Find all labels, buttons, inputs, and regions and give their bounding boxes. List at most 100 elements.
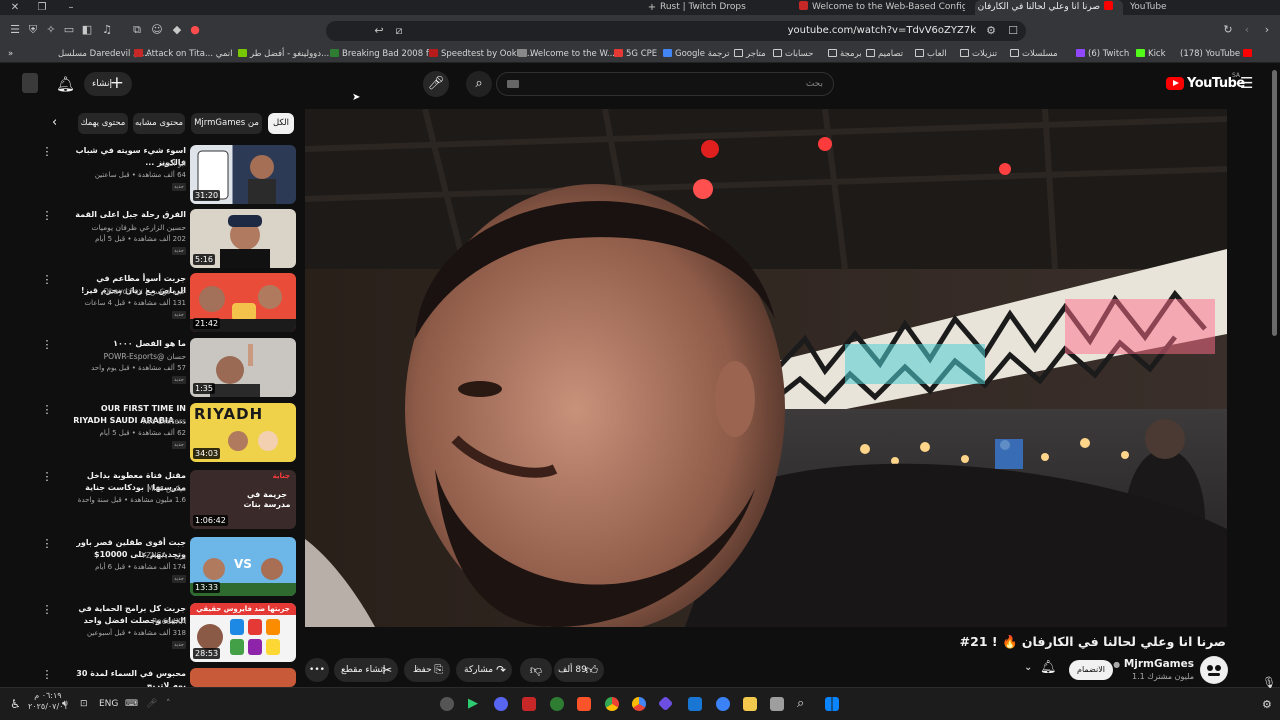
bookmarks-overflow-icon[interactable]: »: [8, 46, 13, 62]
list-item[interactable]: 31:20 اسوء شيء سويته في شباب فالكونز ...…: [40, 145, 296, 205]
chip-related[interactable]: محتوى مشابه: [133, 113, 185, 134]
more-vert-icon[interactable]: ⋮: [40, 668, 54, 682]
settings-gear-icon[interactable]: ⚙: [1262, 688, 1272, 720]
bookmark-folder[interactable]: حسابات: [773, 46, 813, 62]
video-thumbnail[interactable]: [190, 668, 296, 687]
bookmark-item[interactable]: Speedtest by Ookla...: [429, 46, 532, 62]
tab-youtube[interactable]: YouTube: [1130, 0, 1270, 15]
forward-icon[interactable]: ‹: [1240, 23, 1254, 37]
more-vert-icon[interactable]: ⋮: [40, 338, 54, 352]
bookmark-item[interactable]: (6) Twitch: [1076, 46, 1129, 62]
keyboard-icon[interactable]: [507, 80, 519, 88]
bookmark-folder[interactable]: متاجر: [734, 46, 766, 62]
list-item[interactable]: 21:42 جربت أسوأ مطاعم في الرياض مع ريان …: [40, 273, 296, 333]
new-tab-button[interactable]: +: [645, 0, 659, 15]
create-button[interactable]: إنشاء +: [84, 72, 132, 96]
chrome-app-icon[interactable]: [605, 697, 619, 711]
share-url-icon[interactable]: ↩: [372, 24, 386, 38]
video-thumbnail[interactable]: جناية جريمة في مدرسة بنات 1:06:42: [190, 470, 296, 529]
more-vert-icon[interactable]: ⋮: [40, 273, 54, 287]
video-thumbnail[interactable]: 1:35: [190, 338, 296, 397]
netflix-app-icon[interactable]: [522, 697, 536, 711]
keyboard-layout-icon[interactable]: ⌨: [125, 688, 138, 720]
more-vert-icon[interactable]: ⋮: [40, 470, 54, 484]
video-thumbnail[interactable]: جربتها ضد فايروس حقيقي 28:53: [190, 603, 296, 662]
video-thumbnail[interactable]: VS 13:33: [190, 537, 296, 596]
screen-cast-icon[interactable]: ⧄: [392, 24, 406, 38]
shield-icon[interactable]: ⛨: [26, 23, 40, 37]
search-button[interactable]: ⌕: [466, 71, 492, 97]
language-indicator[interactable]: ENG: [99, 688, 118, 720]
minimize-window-icon[interactable]: –: [64, 0, 78, 15]
obs-icon[interactable]: [440, 697, 454, 711]
notifications-bell-icon[interactable]: 🔔︎: [56, 75, 75, 93]
list-item[interactable]: جناية جريمة في مدرسة بنات 1:06:42 مقتل ف…: [40, 470, 296, 530]
close-window-icon[interactable]: ✕: [8, 0, 22, 15]
chip-from-channel[interactable]: MjrmGames من: [191, 113, 262, 134]
bookmark-item[interactable]: (178) YouTube: [1180, 46, 1255, 62]
page-scrollbar[interactable]: [1272, 70, 1277, 336]
edge-app-icon[interactable]: [716, 697, 730, 711]
bookmark-item[interactable]: Attack on Tita... انمي: [134, 46, 233, 62]
taskbar-search-icon[interactable]: ⌕: [797, 697, 811, 711]
bookmark-folder[interactable]: مسلسلات: [1010, 46, 1058, 62]
tab-twitch-drops[interactable]: Rust | Twitch Drops: [660, 0, 780, 15]
windows-start-icon[interactable]: [825, 697, 839, 711]
more-vert-icon[interactable]: ⋮: [40, 603, 54, 617]
chip-all[interactable]: الكل: [268, 113, 294, 134]
more-vert-icon[interactable]: ⋮: [40, 403, 54, 417]
launcher-app-icon[interactable]: [657, 695, 674, 712]
more-vert-icon[interactable]: ⋮: [40, 537, 54, 551]
join-button[interactable]: الانضمام: [1069, 660, 1113, 680]
music-icon[interactable]: ♫: [100, 23, 114, 37]
vpn-icon[interactable]: ◆: [170, 23, 184, 37]
volume-icon[interactable]: 🔊︎: [62, 688, 68, 720]
channel-avatar[interactable]: [1200, 656, 1228, 684]
more-vert-icon[interactable]: ⋮: [40, 209, 54, 223]
bookmark-item[interactable]: دوولينغو - أفضل طر...: [238, 46, 329, 62]
list-item[interactable]: 5:16 الفرق رحلة جبل اعلى القمة حسين الزا…: [40, 209, 296, 269]
search-input[interactable]: بحث: [496, 72, 834, 96]
channel-name[interactable]: ● MjrmGames: [1113, 658, 1194, 670]
site-settings-icon[interactable]: ⚙: [984, 24, 998, 38]
reload-icon[interactable]: ↻: [1221, 23, 1235, 37]
file-explorer-icon[interactable]: [743, 697, 757, 711]
screenshot-icon[interactable]: ⧉: [130, 23, 144, 37]
bookmark-item[interactable]: Welcome to the W...: [518, 46, 615, 62]
dislike-button[interactable]: 👎︎: [520, 658, 552, 682]
mic-icon[interactable]: 🎤︎: [146, 688, 157, 720]
tray-chevron-icon[interactable]: ˄: [166, 688, 171, 720]
notification-bell-icon[interactable]: 🔔︎: [1040, 660, 1057, 675]
bookmark-icon[interactable]: ☐: [1006, 24, 1020, 38]
task-view-icon[interactable]: [770, 697, 784, 711]
bookmark-folder[interactable]: تنزيلات: [960, 46, 997, 62]
chips-scroll-left-icon[interactable]: ‹: [52, 115, 57, 130]
bookmark-item[interactable]: 5G CPE: [614, 46, 657, 62]
bookmark-folder[interactable]: تصاميم: [866, 46, 903, 62]
xbox-app-icon[interactable]: [550, 697, 564, 711]
video-thumbnail[interactable]: 31:20: [190, 145, 296, 204]
list-item[interactable]: VS 13:33 جبت أقوى طقلين قصر باور وتحديته…: [40, 537, 296, 597]
list-item[interactable]: محبوس في السماء لمدة 30 يوم لاتربح ⋮: [40, 668, 296, 687]
play-app-icon[interactable]: ▶: [468, 697, 482, 711]
list-item[interactable]: 1:35 ما هو الفصل ١٠٠٠ POWR-Esports@ حسان…: [40, 338, 296, 398]
bookmark-item[interactable]: Google ترجمة: [663, 46, 729, 62]
store-app-icon[interactable]: [688, 697, 702, 711]
sidebar-icon[interactable]: ◧: [80, 23, 94, 37]
save-button[interactable]: ⎘ حفظ: [404, 658, 450, 682]
bookmark-item[interactable]: Kick: [1136, 46, 1166, 62]
bookmark-folder[interactable]: العاب: [915, 46, 947, 62]
more-actions-button[interactable]: •••: [305, 658, 329, 682]
more-vert-icon[interactable]: ⋮: [40, 145, 54, 159]
record-icon[interactable]: ●: [188, 23, 202, 37]
voice-search-button[interactable]: 🎤︎: [423, 71, 449, 97]
restore-window-icon[interactable]: ❐: [35, 0, 49, 15]
discord-app-icon[interactable]: [494, 697, 508, 711]
extension-icon[interactable]: ✧: [44, 23, 58, 37]
chevron-down-icon[interactable]: ⌄: [1024, 662, 1032, 673]
network-icon[interactable]: ⊡: [80, 688, 88, 720]
share-button[interactable]: ↷ مشاركة: [456, 658, 512, 682]
list-item[interactable]: RIYADH 34:03 OUR FIRST TIME IN RIYADH SA…: [40, 403, 296, 463]
accessibility-icon[interactable]: ♿︎: [10, 688, 21, 720]
url-field[interactable]: ↩ ⧄ youtube.com/watch?v=TdvV6oZYZ7k ⚙ ☐: [326, 21, 1026, 41]
